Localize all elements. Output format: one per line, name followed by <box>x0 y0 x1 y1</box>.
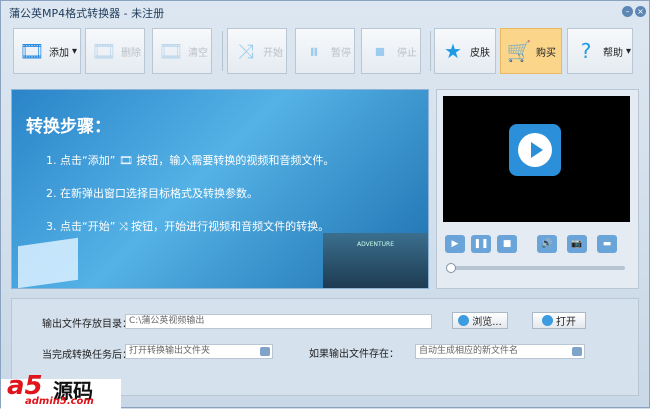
play-button[interactable]: ▶ <box>445 235 465 253</box>
exists-value: 自动生成相应的新文件名 <box>419 346 519 356</box>
stop-button[interactable]: ■ <box>497 235 517 253</box>
open-icon <box>542 315 553 326</box>
dir-label: 输出文件存放目录： <box>42 319 132 330</box>
progress-slider[interactable] <box>446 263 625 273</box>
step-3: 3. 点击“开始” ⤨ 按钮，开始进行视频和音频文件的转换。 <box>46 220 330 233</box>
open-button[interactable]: 打开 <box>532 312 586 329</box>
after-value: 打开转换输出文件夹 <box>129 346 211 356</box>
app-window: 蒲公英MP4格式转换器 - 未注册 – × 🎞 添加 ▾ 🎞 删除 🎞 清空 ⤨ 开始 ⏸ 暂停 ⏹ 停… <box>0 0 650 409</box>
start-icon: ⤨ <box>238 39 254 63</box>
pause-icon: ⏸ <box>309 39 319 63</box>
chevron-down-icon <box>260 347 270 356</box>
delete-button[interactable]: 🎞 删除 <box>85 28 145 74</box>
help-icon: ? <box>580 39 592 63</box>
open-label: 打开 <box>556 317 576 328</box>
window-title: 蒲公英MP4格式转换器 - 未注册 <box>9 7 165 20</box>
close-button[interactable]: × <box>635 6 646 17</box>
poster-text: ADVENTURE <box>356 241 395 248</box>
stop-label: 停止 <box>397 47 417 59</box>
file-exists-select[interactable]: 自动生成相应的新文件名 <box>415 344 585 359</box>
pause-button[interactable]: ⏸ 暂停 <box>295 28 355 74</box>
help-label: 帮助 <box>603 47 623 59</box>
buy-button[interactable]: 🛒 购买 <box>500 28 562 74</box>
clear-icon: 🎞 <box>158 39 184 63</box>
delete-icon: 🎞 <box>91 39 117 63</box>
output-dir-input[interactable]: C:\蒲公英视频输出 <box>125 314 432 329</box>
add-label: 添加 <box>49 47 69 59</box>
stop-button[interactable]: ⏹ 停止 <box>361 28 421 74</box>
clear-label: 清空 <box>188 47 208 59</box>
watermark-logo: a5 源码 admin5.com <box>1 371 121 409</box>
video-screen <box>443 96 630 222</box>
browse-icon <box>458 315 470 326</box>
buy-label: 购买 <box>536 47 556 59</box>
fullscreen-button[interactable]: ▬ <box>597 235 617 253</box>
skin-icon: ★ <box>444 39 462 63</box>
play-icon[interactable] <box>509 124 561 176</box>
add-button[interactable]: 🎞 添加 ▾ <box>13 28 81 74</box>
help-button[interactable]: ? 帮助 ▾ <box>567 28 633 74</box>
after-complete-select[interactable]: 打开转换输出文件夹 <box>125 344 273 359</box>
video-player: ▶ ❚❚ ■ 🔊 📷 ▬ <box>436 89 639 289</box>
dropdown-arrow-icon: ▾ <box>626 45 632 57</box>
step-2: 2. 在新弹出窗口选择目标格式及转换参数。 <box>46 187 258 200</box>
volume-button[interactable]: 🔊 <box>537 235 557 253</box>
steps-banner: 转换步骤： 1. 点击“添加” 🎞 按钮，输入需要转换的视频和音频文件。 2. … <box>11 89 429 289</box>
clear-button[interactable]: 🎞 清空 <box>152 28 212 74</box>
step-1: 1. 点击“添加” 🎞 按钮，输入需要转换的视频和音频文件。 <box>46 154 335 167</box>
browse-button[interactable]: 浏览... <box>452 312 508 329</box>
stop-icon: ⏹ <box>375 39 385 63</box>
minimize-button[interactable]: – <box>622 6 633 17</box>
after-label: 当完成转换任务后： <box>42 350 132 361</box>
movie-poster: ADVENTURE <box>323 233 428 288</box>
skin-button[interactable]: ★ 皮肤 <box>434 28 496 74</box>
pause-label: 暂停 <box>331 47 351 59</box>
start-button[interactable]: ⤨ 开始 <box>227 28 287 74</box>
pause-button[interactable]: ❚❚ <box>471 235 491 253</box>
browse-label: 浏览... <box>472 317 502 328</box>
clapperboard-icon <box>18 237 78 288</box>
chevron-down-icon <box>572 347 582 356</box>
logo-url: admin5.com <box>25 396 94 407</box>
buy-icon: 🛒 <box>506 39 532 63</box>
exists-label: 如果输出文件存在： <box>309 349 399 360</box>
skin-label: 皮肤 <box>470 47 490 59</box>
snapshot-button[interactable]: 📷 <box>567 235 587 253</box>
dropdown-arrow-icon: ▾ <box>72 45 78 57</box>
start-label: 开始 <box>263 47 283 59</box>
delete-label: 删除 <box>121 47 141 59</box>
banner-heading: 转换步骤： <box>26 117 111 137</box>
slider-handle[interactable] <box>446 263 456 273</box>
add-icon: 🎞 <box>19 39 45 63</box>
